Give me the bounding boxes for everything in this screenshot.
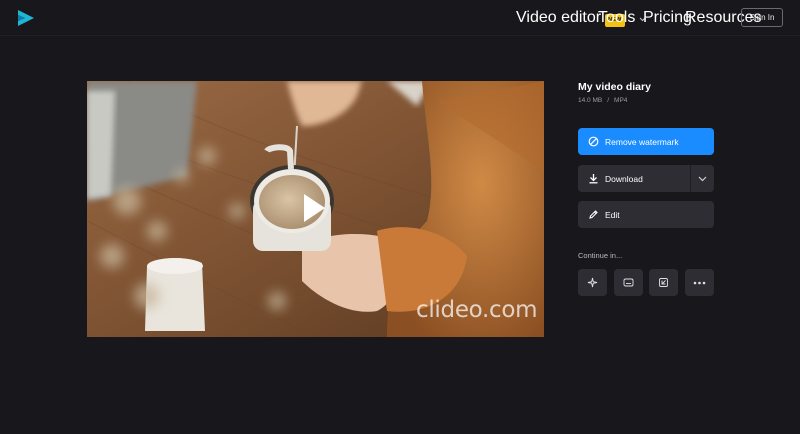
sparkle-icon: [587, 277, 598, 288]
watermark-text: clideo.com: [416, 297, 538, 323]
download-label: Download: [605, 173, 643, 184]
download-icon: [587, 173, 599, 185]
download-options-toggle[interactable]: [690, 165, 714, 192]
nav-video-editor-label: Video editor: [516, 9, 602, 26]
edit-button[interactable]: Edit: [578, 201, 714, 228]
subtitles-icon: [623, 278, 634, 287]
play-icon[interactable]: [301, 192, 327, 224]
meta-separator: /: [607, 97, 610, 104]
no-sign-icon: [587, 136, 599, 148]
file-format: MP4: [614, 97, 628, 104]
file-meta: 14.0 MB / MP4: [578, 97, 627, 104]
clideo-logo-icon[interactable]: [17, 9, 35, 27]
more-icon: [693, 281, 706, 284]
file-title: My video diary: [578, 81, 651, 93]
more-options-button[interactable]: [685, 269, 714, 296]
continue-tool-subtitles[interactable]: [614, 269, 643, 296]
download-button[interactable]: Download: [578, 165, 714, 192]
continue-in-label: Continue in...: [578, 251, 623, 260]
continue-tool-sparkle[interactable]: [578, 269, 607, 296]
continue-tool-resize[interactable]: [649, 269, 678, 296]
top-header: Video editor NEW Tools Pricing Resources …: [0, 0, 800, 36]
remove-watermark-label: Remove watermark: [605, 136, 679, 147]
nav-tools-label: Tools: [598, 9, 636, 26]
nav-tools[interactable]: Tools: [598, 9, 646, 26]
resize-icon: [659, 278, 668, 287]
remove-watermark-button[interactable]: Remove watermark: [578, 128, 714, 155]
edit-label: Edit: [605, 209, 620, 220]
sign-in-button[interactable]: Sign In: [741, 8, 783, 27]
pencil-icon: [587, 209, 599, 221]
file-size: 14.0 MB: [578, 97, 603, 104]
chevron-down-icon: [698, 176, 707, 181]
